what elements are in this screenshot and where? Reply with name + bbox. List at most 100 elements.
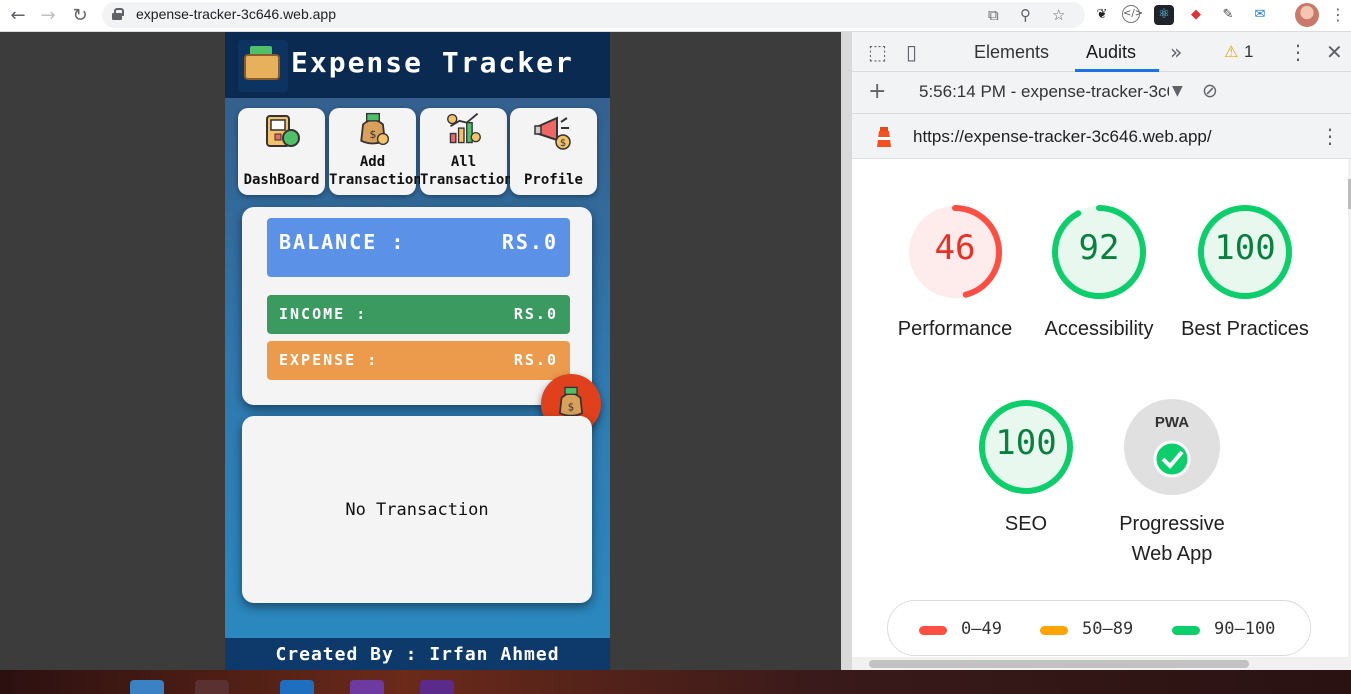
wallet-logo-icon [238,40,288,92]
tile-profile[interactable]: $ Profile [510,108,597,195]
balance-bar: BALANCE : RS.0 [267,218,570,277]
devtools-tabbar: ⬚ ▯ Elements Audits » ⚠ 1 ⋮ ✕ [852,32,1351,72]
label-performance: Performance [897,318,1013,340]
app-header: Expense Tracker [225,32,610,98]
new-audit-icon[interactable]: + [868,79,886,104]
legend-range-average: 50–89 [1082,619,1134,639]
report-url[interactable]: https://expense-tracker-3c646.web.app/ [913,127,1212,147]
tile-all-transaction[interactable]: All Transaction [420,108,513,195]
audits-toolbar: + 5:56:14 PM - expense-tracker-3c646.web… [852,72,1351,114]
balance-label: BALANCE : [279,230,406,254]
svg-text:$: $ [568,402,575,414]
vscode-icon[interactable] [280,680,314,694]
report-url-row: https://expense-tracker-3c646.web.app/ ⋮ [852,114,1351,159]
device-toolbar-icon[interactable]: ▯ [906,40,917,64]
legend-range-pass: 90–100 [1214,619,1276,639]
github-icon[interactable] [350,680,384,694]
score-accessibility: 92 [1078,228,1120,268]
expense-tracker-app: Expense Tracker DashBoard $ Add Transact… [225,32,610,670]
chrome-icon[interactable] [195,680,229,694]
tile-add-transaction[interactable]: $ Add Transaction [329,108,422,195]
back-button[interactable]: ← [6,4,30,28]
gauge-seo[interactable]: 100 [976,397,1076,497]
income-bar: INCOME : RS.0 [267,295,570,334]
gauge-best-practices[interactable]: 100 [1195,202,1295,302]
address-url[interactable]: expense-tracker-3c646.web.app [136,6,336,22]
growth-chart-icon [446,112,481,144]
expense-value: RS.0 [513,351,558,369]
star-icon[interactable]: ☆ [1052,6,1065,24]
inspect-element-icon[interactable]: ⬚ [868,40,887,64]
gauge-accessibility[interactable]: 92 [1049,202,1149,302]
balance-value: RS.0 [501,230,558,254]
avatar[interactable] [1295,3,1319,27]
browser-toolbar: ← → ↻ expense-tracker-3c646.web.app ⧉ ⚲ … [0,0,1351,32]
tile-dashboard-label: DashBoard [243,172,320,188]
lighthouse-icon [877,127,891,147]
tile-add-transaction-label: Add Transaction [329,154,422,188]
more-tabs-button[interactable]: » [1170,40,1182,64]
mail-icon[interactable]: ✉ [1250,5,1270,25]
report-selector[interactable]: 5:56:14 PM - expense-tracker-3c646.web.a… [919,82,1169,102]
tab-elements[interactable]: Elements [974,42,1049,63]
devtools-panel: ⬚ ▯ Elements Audits » ⚠ 1 ⋮ ✕ + 5:56:14 … [841,32,1351,670]
pwa-badge-icon [1124,399,1220,495]
files-icon[interactable] [130,680,164,694]
forward-button[interactable]: → [36,4,60,28]
empty-transactions-text: No Transaction [345,500,489,520]
dashboard-icon [265,115,300,147]
money-bag-icon: $ [558,386,584,417]
legend-range-fail: 0–49 [961,619,1002,639]
gauge-pwa[interactable]: PWA [1122,397,1222,497]
open-in-new-icon[interactable]: ⧉ [988,6,999,24]
menu-icon[interactable]: ⋮ [1328,5,1348,25]
score-seo: 100 [995,423,1057,463]
zoom-icon[interactable]: ⚲ [1020,6,1031,24]
income-value: RS.0 [513,305,558,323]
extension-icon[interactable]: ❦ [1092,5,1112,25]
react-devtools-icon[interactable]: ⚛ [1154,5,1174,25]
warning-icon[interactable]: ⚠ [1224,42,1238,61]
label-seo: SEO [1004,513,1048,535]
edit-icon[interactable]: ✎ [1218,5,1238,25]
horizontal-scrollbar[interactable] [852,657,1351,670]
expense-label: EXPENSE : [279,351,379,369]
tile-profile-label: Profile [523,172,583,188]
lock-icon [112,8,124,20]
label-pwa: Progressive Web App [1119,513,1225,565]
label-best-practices: Best Practices [1181,318,1309,340]
app-title: Expense Tracker [291,46,574,79]
legend-orange-swatch [1040,626,1068,635]
clear-reports-icon[interactable]: ⊘ [1202,80,1218,102]
summary-card: BALANCE : RS.0 INCOME : RS.0 EXPENSE : R… [242,207,592,405]
tab-audits[interactable]: Audits [1086,42,1136,63]
expense-bar: EXPENSE : RS.0 [267,341,570,380]
legend-red-swatch [919,626,947,635]
money-bag-icon: $ [359,112,389,146]
pwa-badge-text: PWA [1154,414,1190,431]
income-label: INCOME : [279,305,368,323]
address-bar[interactable]: expense-tracker-3c646.web.app ⧉ ⚲ ☆ [102,2,1085,28]
app-footer: Created By : Irfan Ahmed [225,638,610,670]
app-icon[interactable] [420,680,454,694]
audit-report: 46 Performance 92 Accessibility 100 Best… [852,159,1344,657]
tile-all-transaction-label: All Transaction [420,154,513,188]
code-extension-icon[interactable]: </> [1122,5,1143,23]
chevron-down-icon[interactable]: ▼ [1172,83,1183,99]
gauge-performance[interactable]: 46 [905,202,1005,302]
megaphone-icon: $ [533,116,571,150]
label-accessibility: Accessibility [1044,318,1154,340]
close-devtools-icon[interactable]: ✕ [1326,40,1343,64]
footer-credit: Created By : Irfan Ahmed [275,644,560,665]
warning-count[interactable]: 1 [1244,42,1253,62]
score-legend: 0–49 50–89 90–100 [887,600,1311,656]
legend-green-swatch [1172,626,1200,635]
tile-dashboard[interactable]: DashBoard [238,108,325,195]
score-performance: 46 [934,228,976,268]
report-menu-icon[interactable]: ⋮ [1320,124,1340,148]
devtools-menu-icon[interactable]: ⋮ [1288,40,1308,64]
os-taskbar [0,670,1351,694]
reload-button[interactable]: ↻ [68,4,92,28]
score-best-practices: 100 [1214,228,1276,268]
color-picker-icon[interactable]: ◆ [1186,5,1206,25]
